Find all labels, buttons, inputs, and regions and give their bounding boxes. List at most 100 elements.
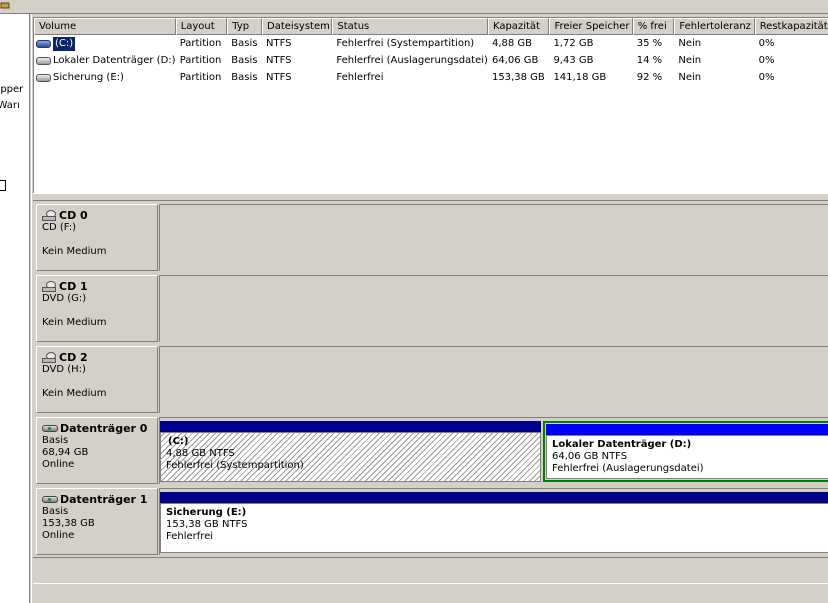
column-header-kapazitaet[interactable]: Kapazität — [487, 18, 550, 35]
cell-restkapazitaet: 0% — [758, 55, 775, 66]
column-header-fehlertoleranz[interactable]: Fehlertoleranz — [674, 18, 755, 35]
cell-fehlertoleranz: Nein — [678, 38, 702, 49]
partition-e[interactable]: Sicherung (E:) 153,38 GB NTFS Fehlerfrei — [160, 492, 828, 553]
console-tree-pane[interactable]: upper d Warı — [0, 14, 30, 603]
column-header-freier-speicher[interactable]: Freier Speicher — [549, 18, 633, 35]
partition-status: Fehlerfrei (Auslagerungsdatei) — [552, 463, 704, 474]
cd-drive-icon — [42, 280, 58, 293]
disk-info-cd2[interactable]: CD 2 DVD (H:) Kein Medium — [36, 346, 158, 413]
disk-area-cd2[interactable] — [159, 346, 828, 413]
disk-info-cd0[interactable]: CD 0 CD (F:) Kein Medium — [36, 204, 158, 271]
volume-icon — [36, 73, 51, 82]
disk-name: CD 2 — [59, 351, 88, 364]
partition-c[interactable]: (C:) 4,88 GB NTFS Fehlerfrei (Systempart… — [160, 421, 541, 482]
disk-status: Kein Medium — [42, 317, 107, 328]
cell-dateisystem: NTFS — [266, 72, 292, 83]
column-header-layout[interactable]: Layout — [175, 18, 228, 35]
disk-status: Online — [42, 530, 75, 541]
cell-layout: Partition — [179, 55, 222, 66]
disk-type: Basis — [42, 435, 69, 446]
disk-status: Kein Medium — [42, 246, 107, 257]
partition-status: Fehlerfrei — [166, 531, 214, 542]
cell-prozent-frei: 92 % — [636, 72, 663, 83]
cell-layout: Partition — [179, 38, 222, 49]
table-row[interactable]: (C:) Partition Basis NTFS Fehlerfrei (Sy… — [34, 35, 828, 52]
cell-freier-speicher: 141,18 GB — [553, 72, 607, 83]
volume-name[interactable]: Lokaler Datenträger (D:) — [53, 52, 176, 69]
cell-kapazitaet: 4,88 GB — [491, 38, 533, 49]
disk-info-disk1[interactable]: Datenträger 1 Basis 153,38 GB Online — [36, 488, 158, 555]
partition-status: Fehlerfrei (Systempartition) — [166, 460, 304, 471]
volume-name[interactable]: (C:) — [53, 36, 76, 51]
column-header-typ[interactable]: Typ — [227, 18, 263, 35]
disk-type: Basis — [42, 506, 69, 517]
disk-row-cd1: CD 1 DVD (G:) Kein Medium — [33, 272, 828, 342]
cd-drive-icon — [42, 209, 58, 222]
top-strip — [0, 0, 828, 14]
cell-layout: Partition — [179, 72, 222, 83]
cell-prozent-frei: 14 % — [636, 55, 663, 66]
partition-d[interactable]: Lokaler Datenträger (D:) 64,06 GB NTFS F… — [543, 421, 828, 482]
disk-area-cd0[interactable] — [159, 204, 828, 271]
cell-fehlertoleranz: Nein — [678, 55, 702, 66]
disk-area-cd1[interactable] — [159, 275, 828, 342]
disk-size — [42, 234, 157, 246]
hard-disk-icon — [42, 494, 59, 505]
disk-status: Online — [42, 459, 75, 470]
cell-dateisystem: NTFS — [266, 38, 292, 49]
disk-type: DVD (H:) — [42, 364, 86, 375]
partition-name: (C:) — [168, 436, 189, 447]
partition-type-bar — [160, 492, 828, 503]
cd-drive-icon — [42, 351, 58, 364]
column-header-status[interactable]: Status — [332, 18, 488, 35]
cell-freier-speicher: 1,72 GB — [553, 38, 594, 49]
cell-kapazitaet: 64,06 GB — [491, 55, 539, 66]
disk-size — [42, 376, 157, 388]
cell-status: Fehlerfrei — [336, 72, 384, 83]
disk-row-disk1: Datenträger 1 Basis 153,38 GB Online Sic… — [33, 485, 828, 555]
disk-row-cd2: CD 2 DVD (H:) Kein Medium — [33, 343, 828, 413]
disk-area-disk0: (C:) 4,88 GB NTFS Fehlerfrei (Systempart… — [159, 417, 828, 484]
disk-size — [42, 305, 157, 317]
volume-list[interactable]: Volume Layout Typ Dateisystem Status Kap… — [33, 17, 828, 193]
disk-name: Datenträger 1 — [60, 493, 148, 506]
disk-row-cd0: CD 0 CD (F:) Kein Medium — [33, 201, 828, 271]
horizontal-splitter[interactable] — [33, 193, 828, 201]
volume-list-header: Volume Layout Typ Dateisystem Status Kap… — [34, 18, 828, 35]
disk-info-disk0[interactable]: Datenträger 0 Basis 68,94 GB Online — [36, 417, 158, 484]
cell-typ: Basis — [231, 72, 258, 83]
column-header-restkapazitaet[interactable]: Restkapazität — [754, 18, 828, 35]
legend-bar — [33, 557, 828, 583]
disk-type: DVD (G:) — [42, 293, 87, 304]
cell-kapazitaet: 153,38 GB — [491, 72, 545, 83]
column-header-prozent-frei[interactable]: % frei — [632, 18, 675, 35]
cell-status: Fehlerfrei (Auslagerungsdatei) — [336, 55, 488, 66]
cell-restkapazitaet: 0% — [758, 72, 775, 83]
column-header-dateisystem[interactable]: Dateisystem — [262, 18, 333, 35]
status-bar — [33, 583, 828, 603]
hard-disk-icon — [42, 423, 59, 434]
cell-fehlertoleranz: Nein — [678, 72, 702, 83]
cell-prozent-frei: 35 % — [636, 38, 663, 49]
disk-status: Kein Medium — [42, 388, 107, 399]
partition-type-bar — [546, 424, 828, 435]
cell-typ: Basis — [231, 38, 258, 49]
graphical-disk-view[interactable]: CD 0 CD (F:) Kein Medium CD 1 DVD (G:) K… — [33, 201, 828, 557]
table-row[interactable]: Lokaler Datenträger (D:) Partition Basis… — [34, 52, 828, 69]
column-header-volume[interactable]: Volume — [34, 18, 176, 35]
disk-size: 68,94 GB — [42, 447, 89, 458]
disk-size: 153,38 GB — [42, 518, 95, 529]
cell-freier-speicher: 9,43 GB — [553, 55, 594, 66]
disk-name: Datenträger 0 — [60, 422, 148, 435]
tree-item-fragment[interactable]: upper — [0, 84, 23, 96]
tree-item-fragment[interactable]: d Warı — [0, 100, 20, 112]
table-row[interactable]: Sicherung (E:) Partition Basis NTFS Fehl… — [34, 69, 828, 86]
cell-status: Fehlerfrei (Systempartition) — [336, 38, 475, 49]
disk-row-disk0: Datenträger 0 Basis 68,94 GB Online (C:)… — [33, 414, 828, 484]
disk-info-cd1[interactable]: CD 1 DVD (G:) Kein Medium — [36, 275, 158, 342]
cell-dateisystem: NTFS — [266, 55, 292, 66]
volume-icon — [36, 39, 51, 48]
disk-type: CD (F:) — [42, 222, 77, 233]
disk-area-disk1: Sicherung (E:) 153,38 GB NTFS Fehlerfrei — [159, 488, 828, 555]
volume-name[interactable]: Sicherung (E:) — [53, 69, 124, 86]
